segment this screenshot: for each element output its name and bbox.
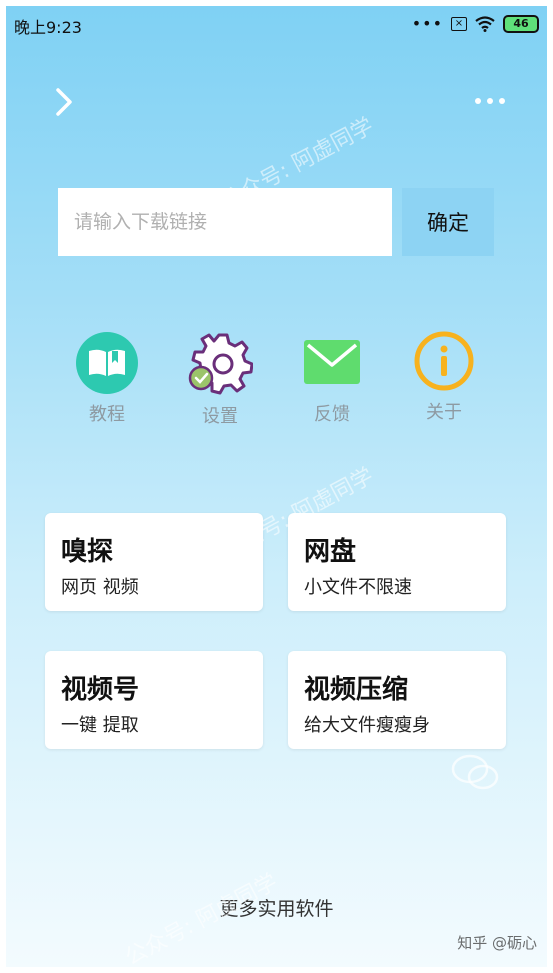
status-bar: 晚上9:23 ••• × 46 bbox=[6, 6, 547, 42]
chevron-right-icon bbox=[56, 88, 72, 116]
notification-dots-icon: ••• bbox=[411, 14, 443, 33]
book-icon bbox=[76, 332, 138, 394]
wechat-logo-icon bbox=[451, 754, 499, 790]
feedback-action[interactable]: 反馈 bbox=[282, 330, 382, 426]
more-software-link[interactable]: 更多实用软件 bbox=[6, 894, 547, 921]
netdisk-card-subtitle: 小文件不限速 bbox=[304, 577, 412, 598]
settings-label: 设置 bbox=[202, 406, 238, 427]
settings-action[interactable]: 设置 bbox=[170, 332, 270, 428]
feedback-label: 反馈 bbox=[314, 404, 350, 425]
gear-icon bbox=[188, 333, 254, 395]
sniff-card-title: 嗅探 bbox=[61, 537, 114, 567]
app-screen: 晚上9:23 ••• × 46 确定 bbox=[6, 6, 547, 967]
feedback-icon-wrap bbox=[299, 330, 365, 396]
settings-icon-wrap bbox=[187, 332, 254, 398]
sniff-card-subtitle: 网页 视频 bbox=[61, 577, 139, 598]
confirm-button[interactable]: 确定 bbox=[402, 188, 494, 256]
about-icon-wrap bbox=[411, 328, 477, 394]
sim-card-icon: × bbox=[451, 16, 467, 31]
status-time: 晚上9:23 bbox=[14, 18, 82, 37]
video-compress-card[interactable]: 视频压缩 给大文件瘦瘦身 bbox=[288, 651, 506, 749]
channels-card-title: 视频号 bbox=[61, 675, 140, 705]
wifi-icon bbox=[475, 15, 495, 32]
tutorial-label: 教程 bbox=[89, 404, 125, 425]
video-compress-card-subtitle: 给大文件瘦瘦身 bbox=[304, 715, 430, 736]
back-button[interactable] bbox=[46, 82, 82, 122]
channels-card[interactable]: 视频号 一键 提取 bbox=[45, 651, 263, 749]
more-dots-icon bbox=[475, 98, 505, 104]
download-link-input[interactable] bbox=[58, 188, 392, 256]
netdisk-card-title: 网盘 bbox=[304, 537, 357, 567]
channels-card-subtitle: 一键 提取 bbox=[61, 715, 139, 736]
battery-icon: 46 bbox=[503, 14, 539, 33]
wechat-logo-icon bbox=[175, 564, 223, 600]
zhihu-watermark: 知乎 @砺心 bbox=[457, 934, 537, 952]
mail-icon bbox=[304, 340, 360, 384]
sniff-card[interactable]: 嗅探 网页 视频 bbox=[45, 513, 263, 611]
info-icon bbox=[414, 331, 474, 391]
video-compress-card-title: 视频压缩 bbox=[304, 675, 409, 705]
tutorial-icon-wrap bbox=[74, 330, 140, 396]
about-action[interactable]: 关于 bbox=[394, 328, 494, 424]
status-icons: ••• × 46 bbox=[412, 14, 539, 33]
about-label: 关于 bbox=[426, 402, 462, 423]
netdisk-card[interactable]: 网盘 小文件不限速 bbox=[288, 513, 506, 611]
more-options-button[interactable] bbox=[468, 86, 512, 116]
tutorial-action[interactable]: 教程 bbox=[57, 330, 157, 426]
